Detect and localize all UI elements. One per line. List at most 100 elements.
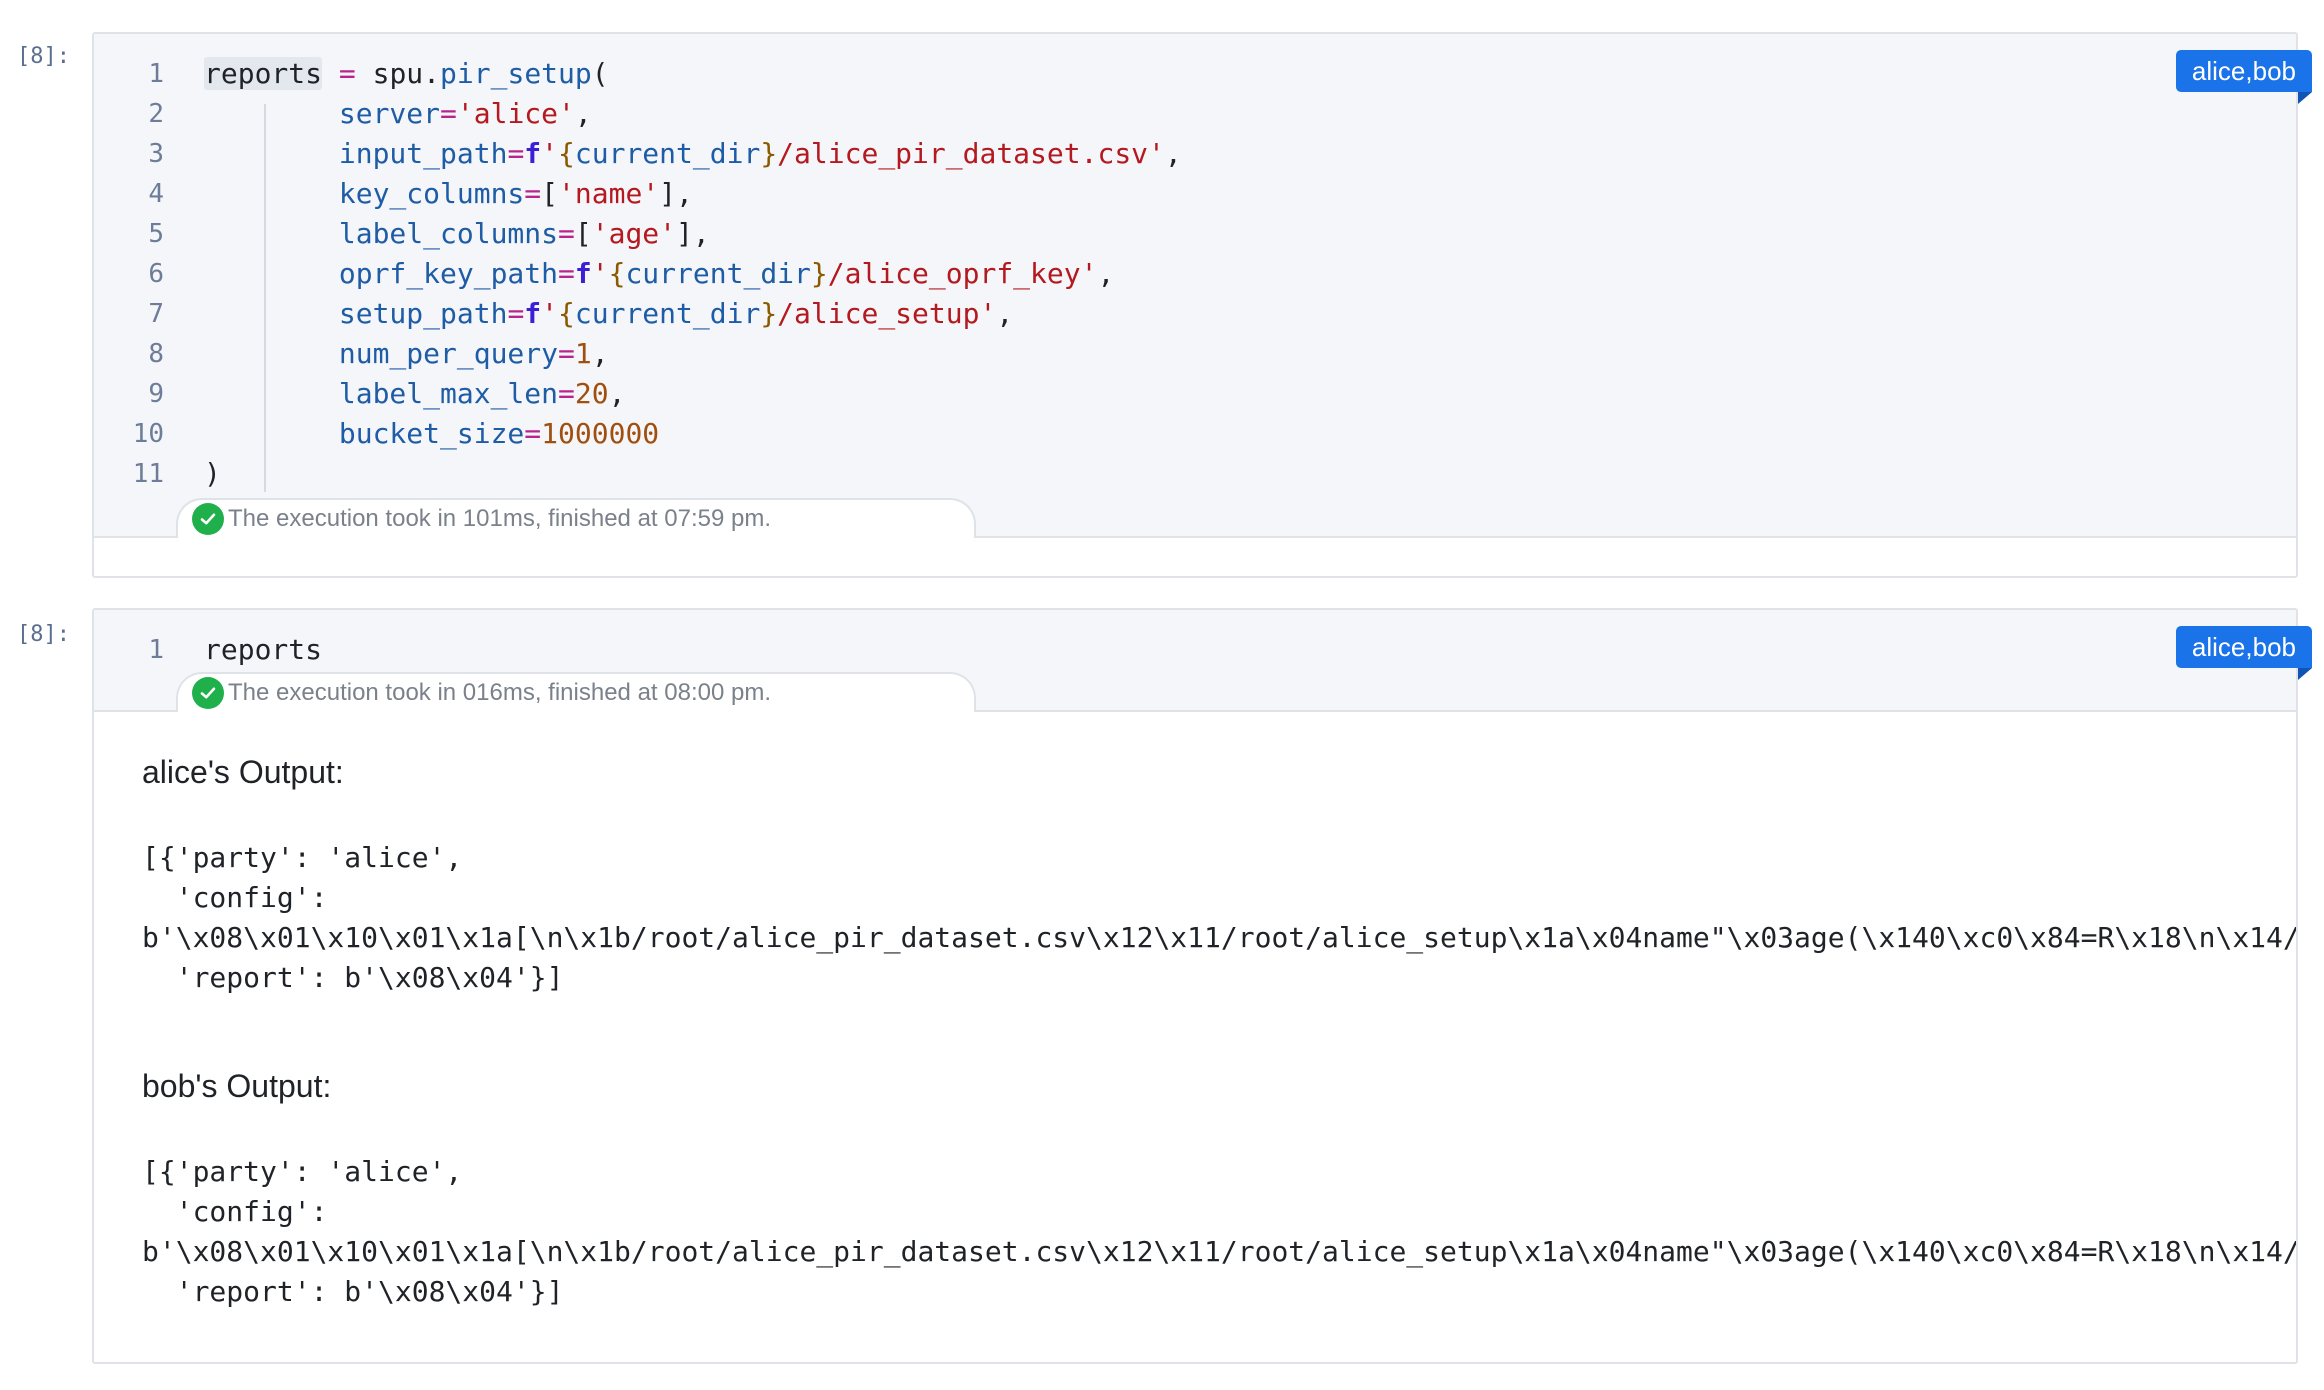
code-token: , — [591, 337, 609, 370]
line-number: 10 — [132, 419, 164, 449]
code-token: 'alice' — [456, 97, 575, 130]
code-token: = — [507, 297, 525, 330]
line-number: 1 — [148, 635, 164, 665]
code-token: 1000000 — [541, 417, 660, 450]
code-text: setup_path=f'{current_dir}/alice_setup', — [204, 294, 1013, 334]
output-text[interactable]: [{'party': 'alice', 'config': b'\x08\x01… — [142, 838, 2296, 998]
code-lines: 1 reports — [94, 610, 2296, 670]
output-title: bob's Output: — [142, 1068, 332, 1104]
line-number: 5 — [148, 219, 164, 249]
code-token: label_columns — [338, 217, 559, 250]
code-cell-1[interactable]: 1 reports = spu.pir_setup(2 server='alice… — [92, 32, 2312, 578]
code-token: input_path — [338, 137, 508, 170]
line-number: 8 — [148, 339, 164, 369]
code-line[interactable]: 11) — [94, 454, 2296, 494]
code-token: ' — [591, 257, 609, 290]
code-token: , — [996, 297, 1014, 330]
code-line[interactable]: 1 reports — [94, 630, 2296, 670]
code-token: f — [524, 137, 542, 170]
code-token: current_dir — [574, 137, 761, 170]
code-line[interactable]: 6 oprf_key_path=f'{current_dir}/alice_op… — [94, 254, 2296, 294]
code-line[interactable]: 1 reports = spu.pir_setup( — [94, 54, 2296, 94]
code-token: reports — [204, 633, 323, 666]
success-check-icon — [192, 503, 224, 535]
code-token: num_per_query — [338, 337, 559, 370]
code-token: = — [558, 377, 575, 410]
code-line[interactable]: 2 server='alice', — [94, 94, 2296, 134]
code-editor[interactable]: 1 reports = spu.pir_setup(2 server='alice… — [94, 34, 2312, 538]
code-token: f — [574, 257, 592, 290]
party-tag[interactable]: alice,bob — [2175, 626, 2312, 668]
code-line[interactable]: 9 label_max_len=20, — [94, 374, 2296, 414]
line-number: 3 — [148, 139, 164, 169]
code-token: current_dir — [625, 257, 811, 290]
cell-prompt: [8]: — [17, 622, 70, 647]
code-token: = — [507, 137, 525, 170]
code-token: { — [608, 257, 626, 290]
code-token: oprf_key_path — [338, 257, 559, 290]
code-token: } — [760, 297, 778, 330]
code-token: } — [810, 257, 828, 290]
party-tag[interactable]: alice,bob — [2175, 50, 2312, 92]
code-token: ) — [204, 457, 221, 490]
execution-status: The execution took in 016ms, finished at… — [176, 672, 976, 712]
code-token: = — [440, 97, 457, 130]
code-text: ) — [204, 454, 221, 494]
code-text: label_max_len=20, — [204, 374, 626, 414]
code-line[interactable]: 8 num_per_query=1, — [94, 334, 2296, 374]
code-token: key_columns — [338, 177, 525, 210]
code-line[interactable]: 3 input_path=f'{current_dir}/alice_pir_d… — [94, 134, 2296, 174]
code-editor[interactable]: 1 reports alice,bob The execution took in… — [94, 610, 2312, 712]
code-cell-2[interactable]: 1 reports alice,bob The execution took in… — [92, 608, 2312, 1364]
code-token: server — [338, 97, 441, 130]
cell-prompt: [8]: — [17, 44, 70, 69]
execution-status: The execution took in 101ms, finished at… — [176, 498, 976, 538]
code-token: = — [558, 257, 575, 290]
code-token: /alice_setup' — [777, 297, 997, 330]
code-token: , — [574, 97, 592, 130]
code-token: , — [608, 377, 626, 410]
code-token: 'age' — [591, 217, 677, 250]
code-token: } — [760, 137, 778, 170]
output-block-alice: alice's Output: [{'party': 'alice', 'con… — [142, 752, 2296, 998]
line-number: 1 — [148, 59, 164, 89]
code-line[interactable]: 4 key_columns=['name'], — [94, 174, 2296, 214]
code-line[interactable]: 10 bucket_size=1000000 — [94, 414, 2296, 454]
code-token: , — [1097, 257, 1115, 290]
code-token: , — [1164, 137, 1182, 170]
code-token: setup_path — [338, 297, 508, 330]
code-text: bucket_size=1000000 — [204, 414, 659, 454]
execution-status-text: The execution took in 016ms, finished at… — [228, 679, 771, 706]
code-token: label_max_len — [338, 377, 559, 410]
code-text: label_columns=['age'], — [204, 214, 710, 254]
output-block-bob: bob's Output: [{'party': 'alice', 'confi… — [142, 1066, 2296, 1312]
code-line[interactable]: 7 setup_path=f'{current_dir}/alice_setup… — [94, 294, 2296, 334]
code-token: ], — [676, 217, 710, 250]
code-line[interactable]: 5 label_columns=['age'], — [94, 214, 2296, 254]
code-text: input_path=f'{current_dir}/alice_pir_dat… — [204, 134, 1182, 174]
output-text[interactable]: [{'party': 'alice', 'config': b'\x08\x01… — [142, 1152, 2296, 1312]
code-token: reports — [204, 57, 323, 90]
code-text: num_per_query=1, — [204, 334, 609, 374]
code-token: = — [558, 337, 575, 370]
code-token: ], — [659, 177, 693, 210]
code-token: = — [558, 217, 575, 250]
code-token: [ — [541, 177, 559, 210]
code-token: f — [524, 297, 542, 330]
line-number: 11 — [132, 459, 164, 489]
code-token: { — [558, 137, 575, 170]
code-token: 'name' — [558, 177, 660, 210]
code-text: server='alice', — [204, 94, 592, 134]
output-title: alice's Output: — [142, 754, 344, 790]
code-token: 1 — [574, 337, 592, 370]
code-token: = — [524, 177, 542, 210]
code-token: spu. — [355, 57, 441, 90]
code-text: oprf_key_path=f'{current_dir}/alice_oprf… — [204, 254, 1114, 294]
